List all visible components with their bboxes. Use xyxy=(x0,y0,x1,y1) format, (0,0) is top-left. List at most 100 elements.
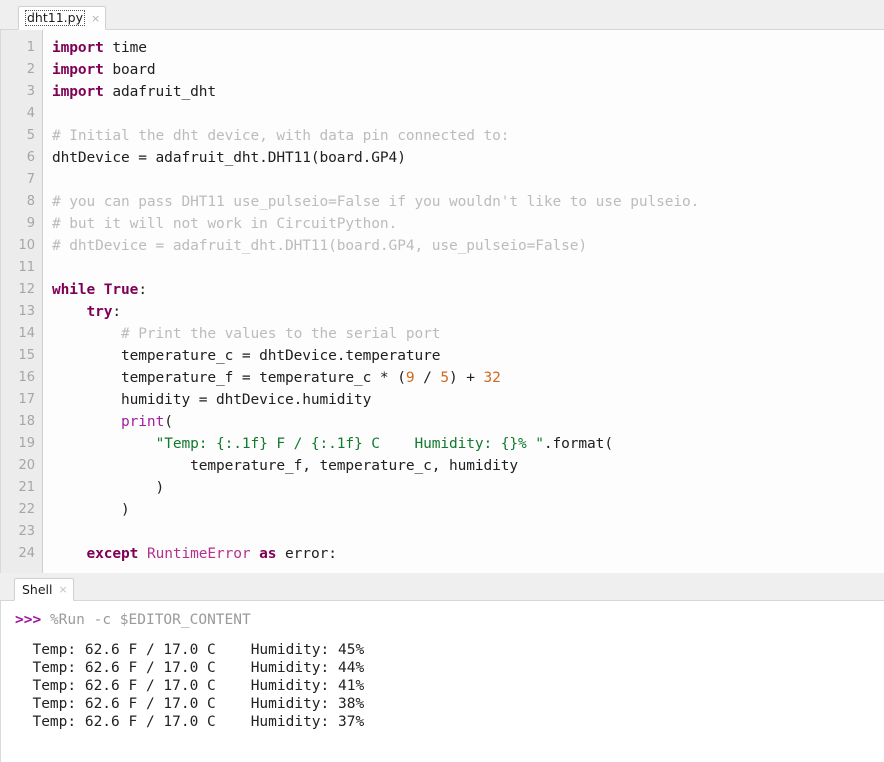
code-line: import adafruit_dht xyxy=(52,81,884,103)
line-number: 4 xyxy=(26,106,35,121)
code-line: # you can pass DHT11 use_pulseio=False i… xyxy=(52,191,884,213)
line-number: 6 xyxy=(26,150,35,165)
code-line: try: xyxy=(52,301,884,323)
code-line: except RuntimeError as error: xyxy=(52,543,884,565)
editor-tab-label: dht11.py xyxy=(25,10,85,26)
line-number: 2 xyxy=(26,62,35,77)
code-token: True xyxy=(103,282,139,298)
code-line: temperature_f = temperature_c * (9 / 5) … xyxy=(52,367,884,389)
line-number: 10 xyxy=(18,238,35,253)
shell-output-line: Temp: 62.6 F / 17.0 C Humidity: 41% xyxy=(15,678,365,694)
code-token: 5 xyxy=(440,370,449,386)
code-line: import board xyxy=(52,59,884,81)
code-token: # you can pass DHT11 use_pulseio=False i… xyxy=(52,194,700,210)
code-token: .format( xyxy=(543,436,613,452)
line-number: 19 xyxy=(18,436,35,451)
code-token: except xyxy=(86,546,139,562)
code-token: ( xyxy=(164,414,173,430)
code-token: import xyxy=(52,62,104,78)
code-token: # Initial the dht device, with data pin … xyxy=(52,128,510,144)
code-token: while xyxy=(52,282,96,298)
code-line: temperature_c = dhtDevice.temperature xyxy=(52,345,884,367)
editor-tabbar: dht11.py × xyxy=(0,0,884,30)
thonny-ide-window: dht11.py × 1 2 3 4 5 6 7 8 9 10 11 12 13 14 15 16 17 18 19… xyxy=(0,0,884,762)
line-number: 1 xyxy=(26,40,35,55)
editor-pane: dht11.py × 1 2 3 4 5 6 7 8 9 10 11 12 13 14 15 16 17 18 19… xyxy=(0,0,884,573)
code-token: dhtDevice = adafruit_dht.DHT11(board.GP4… xyxy=(52,150,406,166)
code-line: ) xyxy=(52,477,884,499)
code-line: # Initial the dht device, with data pin … xyxy=(52,125,884,147)
code-token: humidity = dhtDevice.humidity xyxy=(52,392,372,408)
code-token: RuntimeError xyxy=(146,546,251,562)
line-number: 7 xyxy=(26,172,35,187)
shell-output-line: Temp: 62.6 F / 17.0 C Humidity: 37% xyxy=(15,714,365,730)
code-line: import time xyxy=(52,37,884,59)
code-line: "Temp: {:.1f} F / {:.1f} C Humidity: {}%… xyxy=(52,433,884,455)
shell-prompt: >>> xyxy=(15,612,42,628)
code-token: ) xyxy=(52,502,130,518)
line-number: 21 xyxy=(18,480,35,495)
line-number: 3 xyxy=(26,84,35,99)
code-token: ) xyxy=(52,480,165,496)
code-line: # but it will not work in CircuitPython. xyxy=(52,213,884,235)
code-token: print xyxy=(121,414,165,430)
line-number-gutter: 1 2 3 4 5 6 7 8 9 10 11 12 13 14 15 16 17 18 19 20 21 22 23 24 xyxy=(1,30,43,573)
shell-command-line: >>> %Run -c $EDITOR_CONTENT xyxy=(15,611,884,629)
code-token: temperature_f, temperature_c, humidity xyxy=(52,458,519,474)
code-token: as xyxy=(259,546,277,562)
code-token: # but it will not work in CircuitPython. xyxy=(52,216,398,232)
code-token: ) + xyxy=(449,370,484,386)
editor-tab-dht11[interactable]: dht11.py × xyxy=(18,6,107,30)
code-token: temperature_f = temperature_c * ( xyxy=(52,370,406,386)
code-line: # Print the values to the serial port xyxy=(52,323,884,345)
code-line: temperature_f, temperature_c, humidity xyxy=(52,455,884,477)
shell-output-lines: Temp: 62.6 F / 17.0 C Humidity: 45% Temp… xyxy=(15,641,884,731)
code-token: time xyxy=(103,40,147,56)
code-line: while True: xyxy=(52,279,884,301)
code-token: : xyxy=(138,282,147,298)
line-number: 11 xyxy=(18,260,35,275)
code-token: temperature_c = dhtDevice.temperature xyxy=(52,348,441,364)
line-number: 22 xyxy=(18,502,35,517)
code-editor[interactable]: 1 2 3 4 5 6 7 8 9 10 11 12 13 14 15 16 17 18 19 20 21 22 23 24 … xyxy=(0,30,884,573)
line-number: 5 xyxy=(26,128,35,143)
shell-output-line: Temp: 62.6 F / 17.0 C Humidity: 45% xyxy=(15,642,365,658)
code-line: humidity = dhtDevice.humidity xyxy=(52,389,884,411)
shell-tab-label: Shell xyxy=(22,581,53,597)
code-token: 32 xyxy=(483,370,501,386)
shell-output-line: Temp: 62.6 F / 17.0 C Humidity: 44% xyxy=(15,660,365,676)
code-token: / xyxy=(414,370,441,386)
line-number: 24 xyxy=(18,546,35,561)
code-token: error: xyxy=(276,546,337,562)
shell-tab[interactable]: Shell × xyxy=(14,578,74,601)
shell-pane: Shell × >>> %Run -c $EDITOR_CONTENT Temp… xyxy=(0,573,884,762)
shell-output-area[interactable]: >>> %Run -c $EDITOR_CONTENT Temp: 62.6 F… xyxy=(0,601,884,762)
code-token: # dhtDevice = adafruit_dht.DHT11(board.G… xyxy=(52,238,588,254)
code-line: print( xyxy=(52,411,884,433)
code-token: import xyxy=(52,40,104,56)
line-number: 13 xyxy=(18,304,35,319)
code-line: # dhtDevice = adafruit_dht.DHT11(board.G… xyxy=(52,235,884,257)
code-text[interactable]: import time import board import adafruit_d… xyxy=(43,30,884,573)
close-icon[interactable]: × xyxy=(59,584,68,595)
shell-output-line: Temp: 62.6 F / 17.0 C Humidity: 38% xyxy=(15,696,365,712)
line-number: 15 xyxy=(18,348,35,363)
code-line: dhtDevice = adafruit_dht.DHT11(board.GP4… xyxy=(52,147,884,169)
shell-command-text: %Run -c $EDITOR_CONTENT xyxy=(49,612,251,628)
code-token: import xyxy=(52,84,104,100)
line-number: 14 xyxy=(18,326,35,341)
line-number: 16 xyxy=(18,370,35,385)
line-number: 23 xyxy=(18,524,35,539)
code-token: adafruit_dht xyxy=(103,84,216,100)
code-token: : xyxy=(112,304,122,320)
close-icon[interactable]: × xyxy=(91,13,100,24)
